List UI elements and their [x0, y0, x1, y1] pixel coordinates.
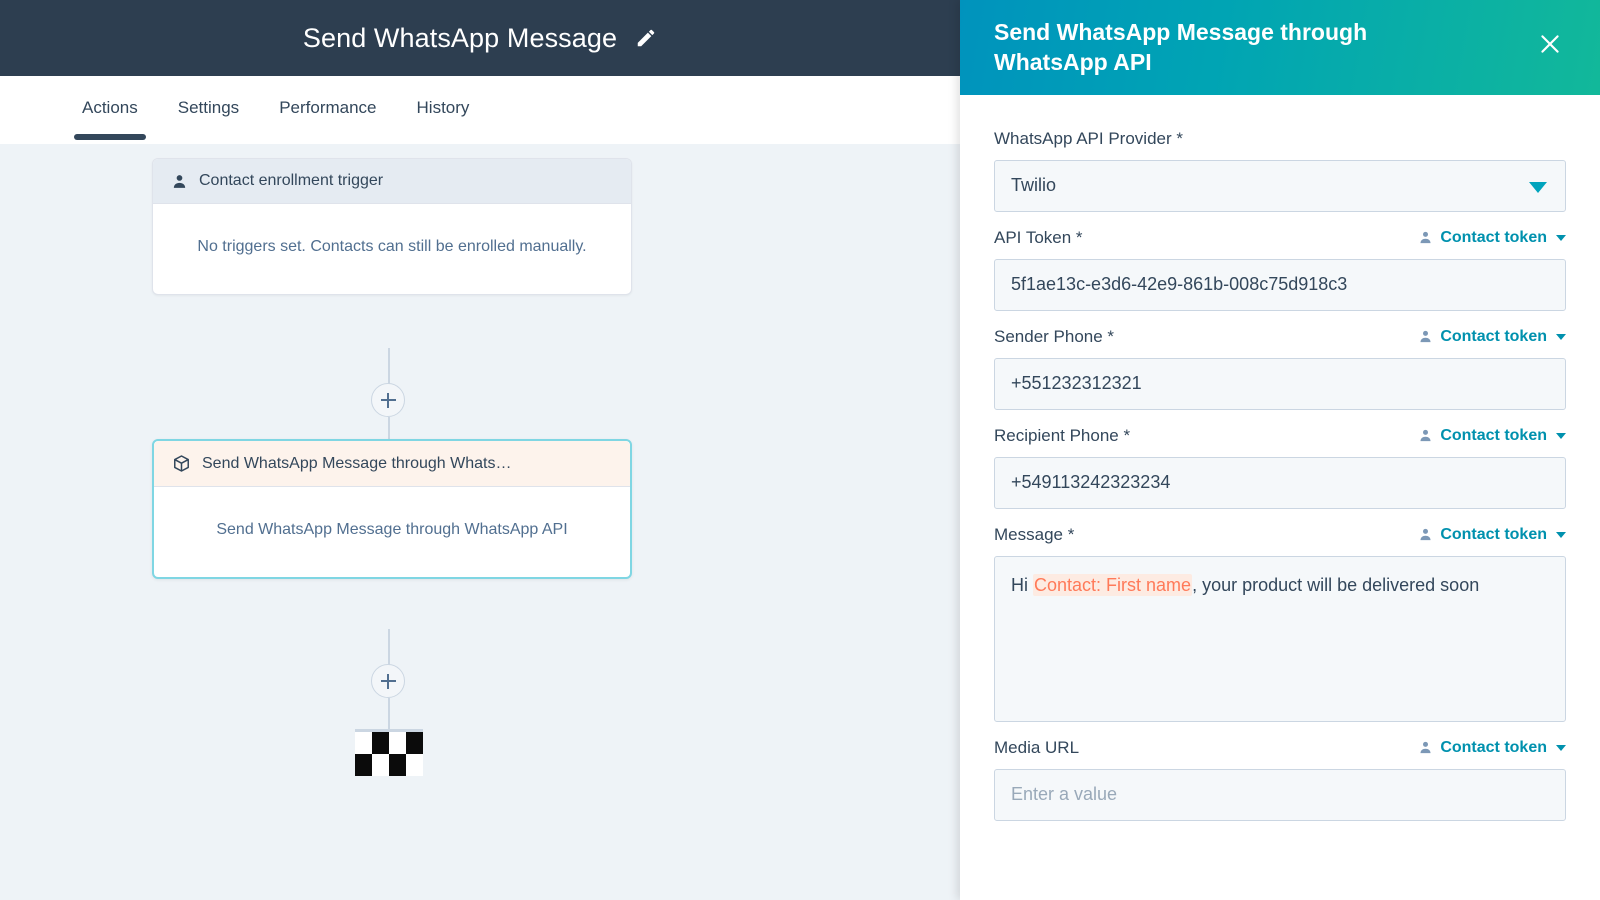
node-body-text: Send WhatsApp Message through WhatsApp A…	[216, 521, 568, 538]
workflow-tabbar: Actions Settings Performance History	[0, 76, 960, 144]
contact-token-label: Contact token	[1440, 738, 1547, 756]
field-whatsapp-api-provider: WhatsApp API Provider * Twilio	[994, 127, 1566, 212]
field-label-row: Recipient Phone * Contact token	[994, 424, 1566, 448]
chevron-down-icon	[1556, 744, 1566, 751]
contact-person-icon	[1418, 230, 1433, 245]
action-config-panel: Send WhatsApp Message through WhatsApp A…	[960, 0, 1600, 900]
tab-settings[interactable]: Settings	[158, 76, 259, 144]
message-suffix: , your product will be delivered soon	[1192, 574, 1480, 595]
contact-token-button[interactable]: Contact token	[1418, 526, 1566, 544]
field-label: API Token *	[994, 227, 1083, 247]
panel-header: Send WhatsApp Message through WhatsApp A…	[960, 0, 1600, 95]
node-send-whatsapp-message[interactable]: Send WhatsApp Message through Whats… Sen…	[152, 439, 632, 579]
field-recipient-phone: Recipient Phone * Contact token +5491132…	[994, 424, 1566, 509]
contact-token-label: Contact token	[1440, 228, 1547, 246]
close-icon[interactable]	[1530, 24, 1570, 64]
contact-person-icon	[1418, 329, 1433, 344]
field-label: Sender Phone *	[994, 326, 1115, 346]
whatsapp-api-provider-value: Twilio	[1011, 175, 1057, 196]
connector-line	[388, 698, 390, 729]
sender-phone-input[interactable]: +551232312321	[994, 357, 1566, 410]
panel-form: WhatsApp API Provider * Twilio API Token…	[960, 95, 1600, 845]
field-label: Message *	[994, 524, 1075, 544]
field-sender-phone: Sender Phone * Contact token +5512323123…	[994, 325, 1566, 410]
contact-token-label: Contact token	[1440, 426, 1547, 444]
chevron-down-icon	[1529, 181, 1547, 193]
field-label-row: Sender Phone * Contact token	[994, 325, 1566, 349]
field-label: Media URL	[994, 737, 1080, 757]
field-label-row: API Token * Contact token	[994, 226, 1566, 250]
node-header: Contact enrollment trigger	[153, 159, 631, 204]
node-header-label: Contact enrollment trigger	[199, 172, 384, 189]
contact-token-label: Contact token	[1440, 327, 1547, 345]
node-header: Send WhatsApp Message through Whats…	[154, 441, 630, 487]
workflow-topbar: Send WhatsApp Message	[0, 0, 960, 76]
tab-performance-label: Performance	[279, 98, 377, 117]
workflow-canvas[interactable]: Contact enrollment trigger No triggers s…	[0, 144, 960, 900]
field-message: Message * Contact token Hi Contact: Firs…	[994, 523, 1566, 722]
api-token-input[interactable]: 5f1ae13c-e3d6-42e9-861b-008c75d918c3	[994, 258, 1566, 311]
plus-icon-v	[386, 673, 390, 689]
cube-package-icon	[172, 454, 191, 473]
field-label-row: WhatsApp API Provider *	[994, 127, 1566, 151]
field-label: Recipient Phone *	[994, 425, 1131, 445]
tab-settings-label: Settings	[177, 98, 240, 117]
chevron-down-icon	[1556, 234, 1566, 241]
recipient-phone-input[interactable]: +549113242323234	[994, 456, 1566, 509]
whatsapp-api-provider-select[interactable]: Twilio	[994, 159, 1566, 212]
plus-icon-v	[386, 392, 390, 408]
contact-token-button[interactable]: Contact token	[1418, 328, 1566, 346]
tab-actions-label: Actions	[82, 98, 138, 117]
field-label: WhatsApp API Provider *	[994, 128, 1183, 148]
contact-person-icon	[1418, 740, 1433, 755]
chevron-down-icon	[1556, 333, 1566, 340]
add-action-button-1[interactable]	[371, 383, 405, 417]
message-prefix: Hi	[1011, 574, 1033, 595]
media-url-input[interactable]: Enter a value	[994, 768, 1566, 821]
contact-token-button[interactable]: Contact token	[1418, 229, 1566, 247]
tab-actions[interactable]: Actions	[62, 76, 158, 144]
panel-title: Send WhatsApp Message through WhatsApp A…	[994, 19, 1368, 76]
tab-performance[interactable]: Performance	[259, 76, 396, 144]
connector-line	[388, 417, 390, 441]
contact-person-icon	[171, 173, 188, 190]
checkered-flag-icon	[355, 729, 423, 776]
chevron-down-icon	[1556, 531, 1566, 538]
tab-history[interactable]: History	[397, 76, 490, 144]
node-contact-enrollment-trigger[interactable]: Contact enrollment trigger No triggers s…	[152, 158, 632, 295]
contact-person-icon	[1418, 527, 1433, 542]
node-body-text: No triggers set. Contacts can still be e…	[197, 238, 587, 255]
field-label-row: Message * Contact token	[994, 523, 1566, 547]
add-action-button-2[interactable]	[371, 664, 405, 698]
tab-history-label: History	[416, 98, 470, 117]
contact-token-button[interactable]: Contact token	[1418, 427, 1566, 445]
chevron-down-icon	[1556, 432, 1566, 439]
workflow-title: Send WhatsApp Message	[302, 22, 618, 53]
contact-person-icon	[1418, 428, 1433, 443]
message-textarea[interactable]: Hi Contact: First name, your product wil…	[994, 555, 1566, 722]
contact-token-label: Contact token	[1440, 525, 1547, 543]
pencil-icon[interactable]	[635, 27, 657, 49]
field-api-token: API Token * Contact token 5f1ae13c-e3d6-…	[994, 226, 1566, 311]
node-header-label: Send WhatsApp Message through Whats…	[202, 454, 512, 472]
contact-token-button[interactable]: Contact token	[1418, 739, 1566, 757]
personalization-token[interactable]: Contact: First name	[1033, 573, 1193, 596]
field-media-url: Media URL Contact token Enter a value	[994, 736, 1566, 821]
field-label-row: Media URL Contact token	[994, 736, 1566, 760]
